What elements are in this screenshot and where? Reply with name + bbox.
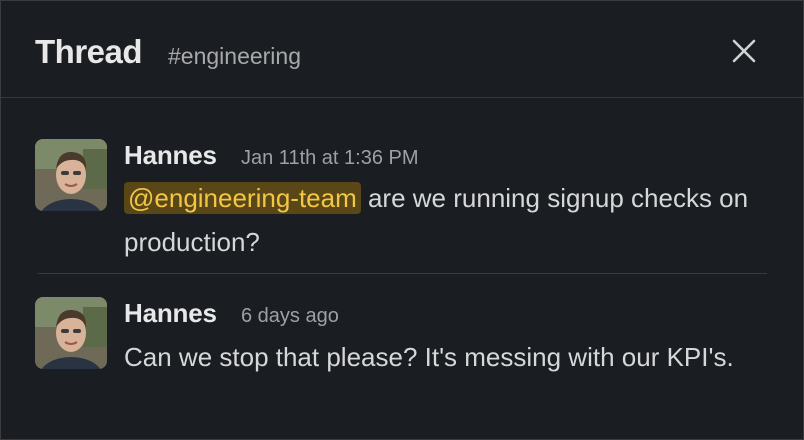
author-name[interactable]: Hannes (124, 140, 217, 171)
thread-panel: Thread #engineering Hannes Jan 11th at 1… (0, 0, 804, 440)
avatar[interactable] (35, 139, 107, 211)
message-text: @engineering-team are we running signup … (124, 176, 764, 264)
author-name[interactable]: Hannes (124, 298, 217, 329)
message-timestamp[interactable]: Jan 11th at 1:36 PM (241, 147, 419, 170)
thread-header: Thread #engineering (1, 1, 803, 98)
thread-title: Thread (35, 33, 143, 70)
channel-link[interactable]: #engineering (168, 43, 301, 70)
avatar[interactable] (35, 297, 107, 369)
user-group-mention[interactable]: @engineering-team (124, 182, 361, 214)
close-icon[interactable] (726, 33, 762, 69)
message-timestamp[interactable]: 6 days ago (241, 305, 339, 328)
message-divider (38, 273, 767, 274)
message-text: Can we stop that please? It's messing wi… (124, 342, 734, 372)
